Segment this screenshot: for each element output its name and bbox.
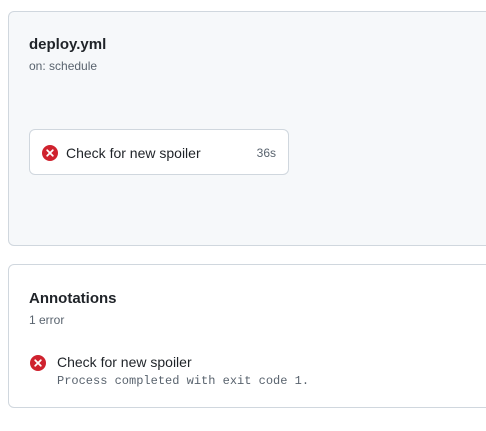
annotation-title-link[interactable]: Check for new spoiler (57, 353, 192, 371)
job-name: Check for new spoiler (66, 145, 201, 161)
annotations-title: Annotations (29, 290, 117, 307)
annotation-message: Process completed with exit code 1. (57, 374, 310, 388)
job-check-for-new-spoiler[interactable]: Check for new spoiler 36s (29, 129, 289, 175)
x-circle-fill-icon (30, 355, 46, 371)
job-duration: 36s (256, 146, 276, 160)
workflow-file-name: deploy.yml (29, 36, 107, 53)
annotations-card: Annotations 1 error Check for new spoile… (8, 264, 486, 408)
workflow-graph-card: deploy.yml on: schedule Check for new sp… (8, 11, 486, 246)
workflow-trigger: on: schedule (29, 59, 98, 73)
x-circle-fill-icon (42, 145, 58, 161)
annotation-item: Check for new spoiler Process completed … (29, 353, 469, 391)
annotations-count: 1 error (29, 313, 65, 327)
